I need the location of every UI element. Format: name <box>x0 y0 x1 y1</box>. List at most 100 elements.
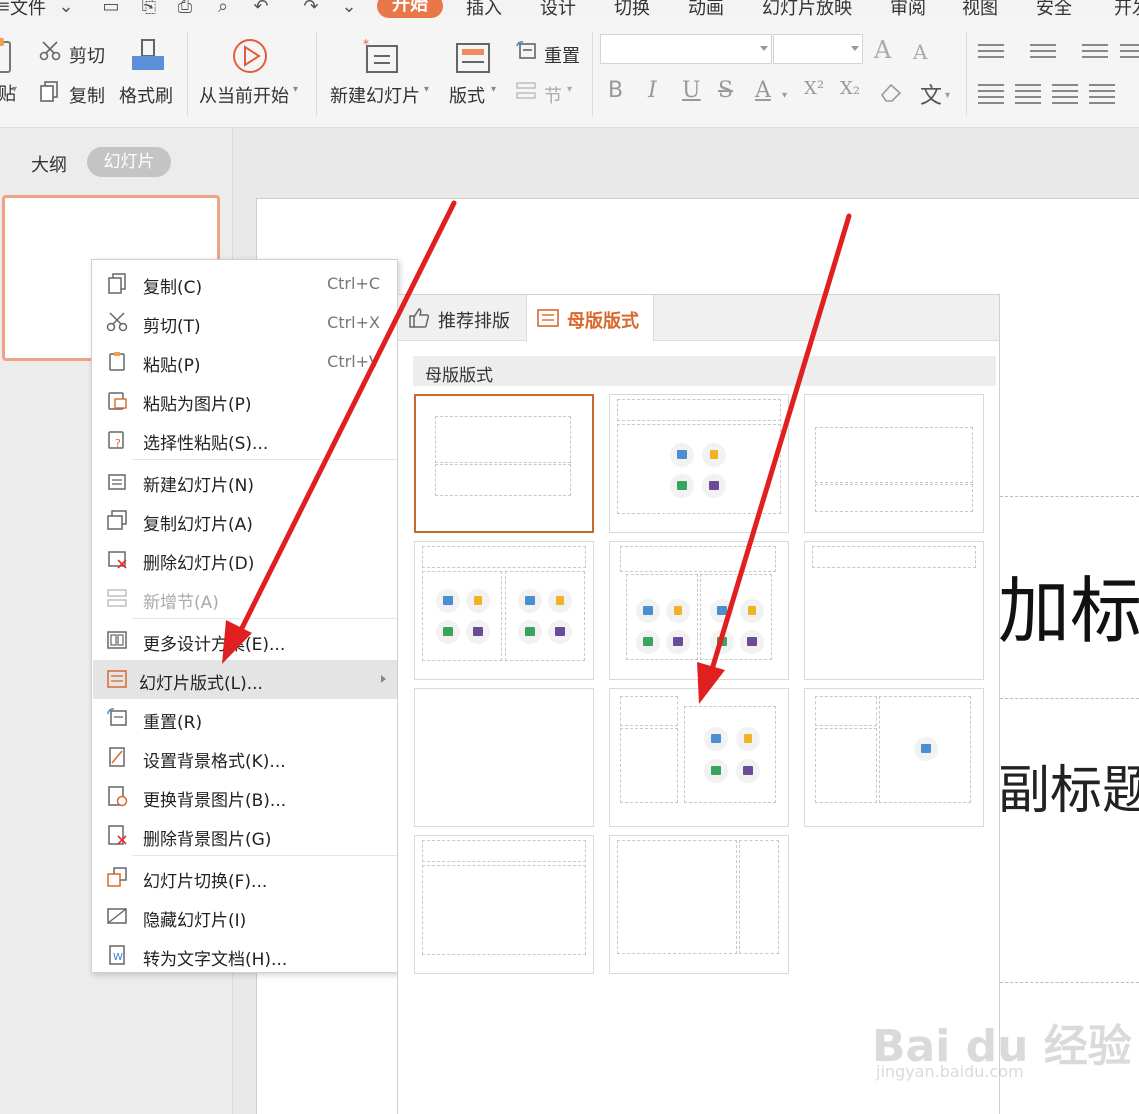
numbered-list-icon[interactable] <box>1030 40 1056 62</box>
paste-icon[interactable] <box>0 36 18 76</box>
paste-special-icon: ? <box>108 431 124 450</box>
menu-file[interactable]: 文件 <box>10 0 46 18</box>
chevron-down-icon[interactable]: ▾ <box>567 84 572 95</box>
redo-icon[interactable]: ↷ <box>300 0 322 17</box>
superscript-button[interactable]: X² <box>804 78 824 99</box>
menu-item-paste[interactable]: 粘贴(P) Ctrl+V <box>93 342 398 381</box>
increase-indent-icon[interactable] <box>1120 40 1139 62</box>
menu-item-paste-as-picture[interactable]: 粘贴为图片(P) <box>93 381 398 420</box>
bold-button[interactable]: B <box>608 78 623 103</box>
menu-item-reset[interactable]: 重置(R) <box>93 699 398 738</box>
chevron-down-icon[interactable]: ▾ <box>424 84 429 95</box>
font-grow-button[interactable]: A <box>874 36 891 64</box>
tab-start[interactable]: 开始 <box>377 0 443 18</box>
tab-slideshow[interactable]: 幻灯片放映 <box>762 0 852 18</box>
layout-button[interactable]: 版式 <box>449 82 485 108</box>
eraser-icon[interactable] <box>880 81 902 103</box>
align-left-icon[interactable] <box>978 80 1004 104</box>
subscript-button[interactable]: X₂ <box>840 78 860 99</box>
section-button[interactable]: 节 <box>544 82 562 108</box>
layout-two-content[interactable] <box>414 541 594 680</box>
justify-icon[interactable] <box>1089 80 1115 104</box>
undo-icon[interactable]: ↶ <box>250 0 272 17</box>
menu-item-more-designs[interactable]: 更多设计方案(E)... <box>93 621 398 660</box>
layout-title-only[interactable] <box>804 541 984 680</box>
layout-icon[interactable] <box>453 38 493 78</box>
menu-item-duplicate-slide[interactable]: 复制幻灯片(A) <box>93 501 398 540</box>
menu-item-background-format[interactable]: 设置背景格式(K)... <box>93 738 398 777</box>
play-from-current-icon[interactable] <box>230 36 270 76</box>
tab-insert[interactable]: 插入 <box>466 0 502 18</box>
menu-item-cut[interactable]: 剪切(T) Ctrl+X <box>93 303 398 342</box>
save-icon[interactable]: ▭ <box>100 0 122 17</box>
text-placeholder <box>815 484 973 512</box>
strikethrough-button[interactable]: S <box>718 78 733 103</box>
font-size-select[interactable] <box>773 34 863 64</box>
tab-slides[interactable]: 幻灯片 <box>87 147 171 177</box>
layout-title-vertical-text[interactable] <box>414 835 594 974</box>
tab-review[interactable]: 审阅 <box>890 0 926 18</box>
paste-dropdown-icon[interactable]: ▾ <box>12 84 17 95</box>
menu-item-slide-transition[interactable]: 幻灯片切换(F)... <box>93 858 398 897</box>
tab-transition[interactable]: 切换 <box>614 0 650 18</box>
print-icon[interactable]: ⎙ <box>174 0 196 17</box>
tab-animation[interactable]: 动画 <box>688 0 724 18</box>
menu-item-delete-background-image[interactable]: 删除背景图片(G) <box>93 816 398 855</box>
format-painter-button[interactable]: 格式刷 <box>119 82 173 108</box>
chevron-down-icon[interactable]: ▾ <box>293 84 298 95</box>
menu-item-hide-slide[interactable]: 隐藏幻灯片(I) <box>93 897 398 936</box>
text-placeholder <box>815 728 877 803</box>
title-placeholder <box>617 399 781 421</box>
copy-button[interactable]: 复制 <box>69 82 105 108</box>
chevron-down-icon[interactable]: ▾ <box>491 84 496 95</box>
font-color-button[interactable]: A <box>755 78 771 103</box>
menu-item-convert-to-document[interactable]: W 转为文字文档(H)... <box>93 936 398 975</box>
tab-view[interactable]: 视图 <box>962 0 998 18</box>
layout-title-content[interactable] <box>609 394 789 533</box>
menu-item-change-background-image[interactable]: 更换背景图片(B)... <box>93 777 398 816</box>
font-shrink-button[interactable]: A <box>913 40 927 64</box>
menu-item-new-slide[interactable]: 新建幻灯片(N) <box>93 462 398 501</box>
layout-section-header[interactable] <box>804 394 984 533</box>
align-right-icon[interactable] <box>1052 80 1078 104</box>
cut-button[interactable]: 剪切 <box>69 42 105 68</box>
from-current-button[interactable]: 从当前开始 <box>199 82 289 108</box>
align-center-icon[interactable] <box>1015 80 1041 104</box>
chevron-down-icon[interactable]: ⌄ <box>55 0 77 17</box>
new-slide-icon[interactable]: * <box>362 38 402 78</box>
menu-item-delete-slide[interactable]: 删除幻灯片(D) <box>93 540 398 579</box>
export-icon[interactable]: ⎘ <box>138 0 160 17</box>
format-painter-icon[interactable] <box>128 36 168 76</box>
layout-vertical-title-text[interactable] <box>609 835 789 974</box>
font-name-select[interactable] <box>600 34 772 64</box>
tab-design[interactable]: 设计 <box>540 0 576 18</box>
menu-item-add-section[interactable]: 新增节(A) <box>93 579 398 618</box>
chevron-down-icon[interactable]: ▾ <box>782 90 787 101</box>
tab-recommended-layout[interactable]: 推荐排版 <box>398 295 526 341</box>
bullet-list-icon[interactable] <box>978 40 1004 62</box>
layout-blank[interactable] <box>414 688 594 827</box>
reset-button[interactable]: 重置 <box>544 42 580 68</box>
print-preview-icon[interactable]: ⌕ <box>212 0 234 17</box>
decrease-indent-icon[interactable] <box>1082 40 1108 62</box>
menu-item-copy[interactable]: 复制(C) Ctrl+C <box>93 264 398 303</box>
layout-comparison[interactable] <box>609 541 789 680</box>
tab-developer[interactable]: 开发 <box>1114 0 1139 18</box>
layout-content-with-caption[interactable] <box>609 688 789 827</box>
layout-icon <box>107 670 127 688</box>
slide-subtitle-placeholder[interactable]: 副标题 <box>998 748 1139 823</box>
slide-title-placeholder[interactable]: 加标题 <box>998 552 1139 657</box>
phonetic-guide-button[interactable]: 文 <box>920 78 942 110</box>
layout-title-slide[interactable] <box>414 394 594 533</box>
tab-outline[interactable]: 大纲 <box>31 151 67 177</box>
new-slide-button[interactable]: 新建幻灯片 <box>330 82 420 108</box>
underline-button[interactable]: U <box>682 78 701 103</box>
menu-item-slide-layout[interactable]: 幻灯片版式(L)... <box>93 660 398 699</box>
tab-master-layout[interactable]: 母版版式 <box>526 295 654 342</box>
layout-picture-with-caption[interactable] <box>804 688 984 827</box>
italic-button[interactable]: I <box>648 78 657 103</box>
chevron-down-icon[interactable]: ▾ <box>945 90 950 101</box>
more-icon[interactable]: ⌄ <box>338 0 360 17</box>
tab-security[interactable]: 安全 <box>1036 0 1072 18</box>
menu-item-paste-special[interactable]: ? 选择性粘贴(S)... <box>93 420 398 459</box>
